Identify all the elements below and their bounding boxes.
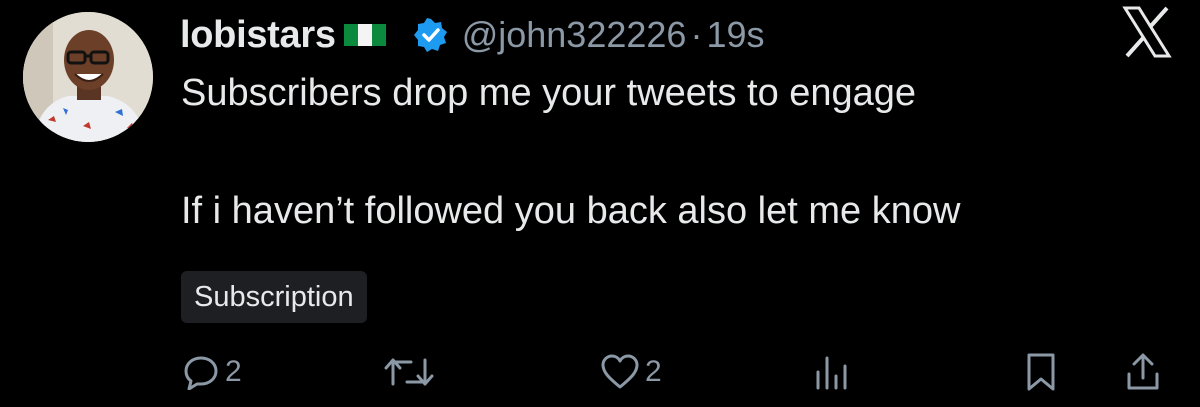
handle[interactable]: @john322226 — [462, 14, 687, 56]
like-count: 2 — [645, 355, 662, 388]
separator-dot: · — [690, 14, 703, 55]
display-name[interactable]: lobistars — [180, 14, 336, 57]
bookmark-button[interactable] — [1024, 350, 1058, 394]
timestamp[interactable]: 19s — [706, 14, 764, 56]
reply-count: 2 — [225, 355, 242, 388]
views-button[interactable] — [812, 350, 852, 394]
share-button[interactable] — [1125, 350, 1161, 394]
like-icon — [601, 354, 639, 390]
reply-icon — [183, 354, 219, 390]
subscription-tag[interactable]: Subscription — [181, 271, 367, 323]
verified-badge-icon[interactable] — [413, 18, 448, 52]
tweet-text-line-2: If i haven’t followed you back also let … — [181, 190, 961, 232]
retweet-button[interactable] — [384, 350, 434, 394]
reply-button[interactable]: 2 — [183, 350, 242, 394]
views-icon — [812, 354, 852, 390]
tweet-header: lobistars @john322226 · 19s — [180, 10, 764, 60]
like-button[interactable]: 2 — [601, 350, 662, 394]
bookmark-icon — [1024, 352, 1058, 392]
tweet-card[interactable]: lobistars @john322226 · 19s Subscribers … — [0, 0, 1200, 407]
x-logo-icon[interactable] — [1122, 6, 1172, 58]
avatar[interactable] — [23, 12, 153, 142]
retweet-icon — [384, 354, 434, 390]
nigeria-flag-icon — [342, 22, 402, 48]
share-icon — [1125, 352, 1161, 392]
tweet-text-line-1: Subscribers drop me your tweets to engag… — [181, 72, 917, 114]
